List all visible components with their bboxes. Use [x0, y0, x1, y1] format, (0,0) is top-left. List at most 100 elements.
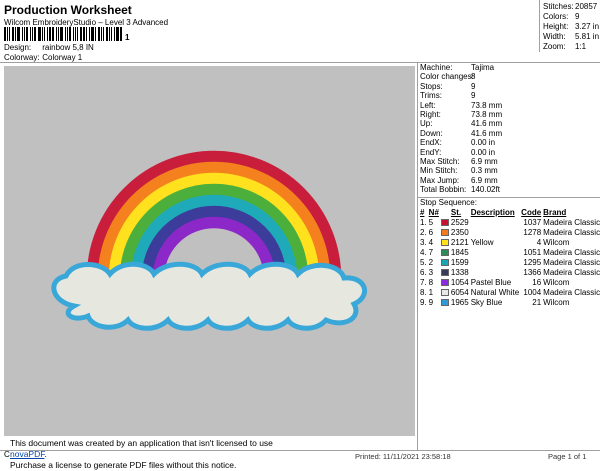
thread-description — [471, 247, 521, 257]
thread-code: 1295 — [523, 257, 542, 267]
thread-brand: Madeira Classic 40 — [543, 217, 600, 227]
thread-brand: Madeira Classic 40 — [543, 247, 600, 257]
machine-label: Right: — [420, 109, 441, 119]
stitch-count: 1845 — [450, 247, 469, 257]
thread-brand: Wilcom — [543, 237, 570, 247]
machine-value: 9 — [471, 81, 476, 91]
col-brand: Brand — [543, 207, 567, 217]
color-swatch — [440, 217, 451, 227]
thread-color-swatch — [440, 248, 449, 256]
machine-row: Right: 73.8 mm — [420, 110, 598, 119]
machine-value: 0.00 in — [471, 147, 496, 157]
machine-row: Up: 41.6 mm — [420, 119, 598, 128]
stitch-count: 2121 — [450, 237, 469, 247]
machine-row: Trims: 9 — [420, 91, 598, 100]
col-needle: N# — [428, 207, 439, 217]
design-label: Design: — [4, 43, 32, 52]
machine-label: EndX: — [420, 138, 442, 148]
stop-sequence-title: Stop Sequence: — [420, 198, 477, 207]
panel-divider — [417, 62, 418, 450]
machine-label: Machine: — [420, 63, 453, 72]
machine-row: Min Stitch: 0.3 mm — [420, 166, 598, 175]
machine-value: 6.9 mm — [471, 156, 498, 166]
notice-line-2: Purchase a license to generate PDF files… — [10, 460, 237, 470]
thread-brand: Madeira Classic 40 — [543, 287, 600, 297]
machine-row: Left: 73.8 mm — [420, 101, 598, 110]
needle-number: 1 — [428, 287, 434, 297]
machine-row: Color changes:8 — [420, 72, 598, 81]
thread-description: Pastel Blue — [470, 277, 512, 287]
table-row: 2.6 2350 1278Madeira Classic 40 — [420, 227, 600, 237]
table-row: 9. 9 1965 Sky Blue 21 Wilcom — [420, 297, 600, 307]
stitch-count: 2529 — [450, 217, 469, 227]
thread-color-swatch — [440, 278, 449, 286]
needle-number: 7 — [428, 247, 434, 257]
thread-brand: Madeira Classic 40 — [543, 267, 600, 277]
stop-number: 4. — [420, 247, 427, 257]
col-stitches: St. — [450, 207, 462, 217]
stitch-count: 1965 — [450, 297, 469, 307]
design-value: rainbow 5,8 IN — [42, 43, 94, 52]
thread-code: 16 — [532, 277, 542, 287]
table-row: 6.3 1338 1366Madeira Classic 40 — [420, 267, 600, 277]
stitch-count: 6054 — [450, 287, 469, 297]
machine-row: Down: 41.6 mm — [420, 129, 598, 138]
stop-number: 3. — [420, 237, 427, 247]
color-swatch — [440, 227, 451, 237]
color-swatch — [440, 287, 451, 297]
stat-stitches: Stitches:20857 — [543, 2, 598, 11]
machine-value: 0.3 mm — [471, 166, 498, 176]
machine-label: Trims: — [420, 91, 442, 101]
machine-row: Stops: 9 — [420, 82, 598, 91]
machine-value: Tajima — [471, 63, 495, 72]
page-title: Production Worksheet — [4, 3, 132, 17]
cloud-graphic — [51, 261, 368, 331]
thread-code: 1366 — [523, 267, 542, 277]
stitch-count: 2350 — [450, 227, 469, 237]
thread-description: Sky Blue — [470, 297, 503, 307]
color-swatch — [440, 257, 451, 267]
thread-color-swatch — [440, 228, 449, 236]
machine-value: 140.02ft — [471, 185, 500, 195]
needle-number: 4 — [428, 237, 434, 247]
thread-code: 1004 — [523, 287, 542, 297]
footer-divider — [0, 450, 600, 451]
needle-number: 2 — [428, 257, 434, 267]
machine-row: EndX: 0.00 in — [420, 138, 598, 147]
stop-number: 9. — [420, 297, 427, 307]
thread-code: 21 — [532, 297, 542, 307]
stop-number: 6. — [420, 267, 427, 277]
needle-number: 6 — [428, 227, 434, 237]
stitch-count: 1599 — [450, 257, 469, 267]
color-swatch — [440, 247, 451, 257]
thread-code: 4 — [536, 237, 542, 247]
thread-description — [471, 267, 521, 277]
thread-code: 1051 — [523, 247, 542, 257]
machine-label: Max Jump: — [420, 175, 460, 185]
stats-divider — [539, 0, 540, 52]
stop-number: 1. — [420, 217, 427, 227]
machine-label: Min Stitch: — [420, 166, 458, 176]
machine-value: 41.6 mm — [471, 128, 503, 138]
machine-label: Stops: — [420, 81, 443, 91]
machine-row: Max Stitch: 6.9 mm — [420, 157, 598, 166]
machine-row: EndY: 0.00 in — [420, 148, 598, 157]
col-number: # — [420, 207, 425, 217]
stat-height: Height: 3.27 in — [543, 22, 600, 31]
thread-color-swatch — [440, 238, 449, 246]
machine-label: Total Bobbin: — [420, 185, 467, 195]
design-preview — [4, 66, 415, 436]
stats-panel: Stitches:20857 Colors: 9 Height: 3.27 in W… — [543, 2, 599, 52]
colorway-label: Colorway: — [4, 53, 40, 62]
thread-brand: Madeira Classic 40 — [543, 227, 600, 237]
machine-value: 41.6 mm — [471, 119, 503, 129]
needle-number: 3 — [428, 267, 434, 277]
machine-value: 6.9 mm — [471, 175, 498, 185]
thread-color-swatch — [440, 258, 449, 266]
needle-number: 9 — [428, 297, 434, 307]
table-row: 7. 8 1054 Pastel Blue 16 Wilcom — [420, 277, 600, 287]
stitch-count: 1054 — [450, 277, 469, 287]
colorway-value: Colorway 1 — [42, 53, 83, 62]
machine-label: Color changes: — [420, 72, 474, 82]
stitch-count: 1338 — [450, 267, 469, 277]
